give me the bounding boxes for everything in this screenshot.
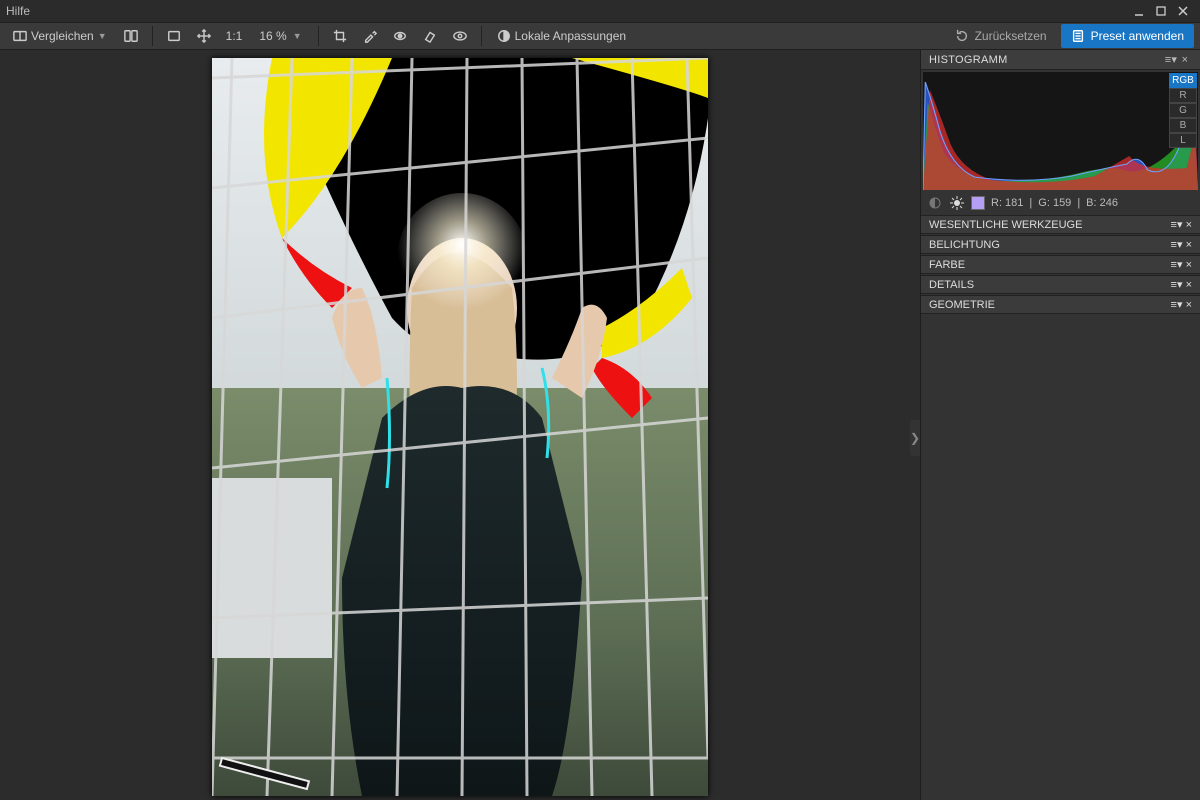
pan-button[interactable] <box>191 25 217 47</box>
panel-section-color[interactable]: FARBE ≡▾ × <box>921 255 1200 274</box>
shadow-clip-icon[interactable] <box>927 195 943 211</box>
panel-section-label: DETAILS <box>929 279 974 291</box>
right-panel: HISTOGRAMM ≡▾ × RGB R G B L <box>920 50 1200 800</box>
sample-color-swatch <box>971 196 985 210</box>
separator <box>152 26 153 46</box>
menu-bar: Hilfe <box>0 0 1200 22</box>
zoom-level-dropdown[interactable]: 16 % ▼ <box>251 25 309 47</box>
redeye-tool-button[interactable] <box>387 25 413 47</box>
panel-menu-icon[interactable]: ≡▾ <box>1164 53 1178 66</box>
panel-section-label: WESENTLICHE WERKZEUGE <box>929 219 1082 231</box>
panel-menu-icon[interactable]: ≡▾ <box>1171 258 1183 271</box>
panel-section-label: BELICHTUNG <box>929 239 1000 251</box>
histogram-title: HISTOGRAMM <box>929 54 1008 66</box>
channel-tab-r[interactable]: R <box>1169 88 1197 103</box>
apply-preset-label: Preset anwenden <box>1091 29 1184 43</box>
panel-section-label: GEOMETRIE <box>929 299 995 311</box>
panel-close-icon[interactable]: × <box>1178 54 1192 66</box>
main-toolbar: Vergleichen ▼ 1:1 16 % ▼ Lokale Anpassun… <box>0 22 1200 50</box>
reset-button[interactable]: Zurücksetzen <box>945 24 1057 48</box>
panel-section-details[interactable]: DETAILS ≡▾ × <box>921 275 1200 294</box>
panel-section-geometry[interactable]: GEOMETRIE ≡▾ × <box>921 295 1200 314</box>
fit-button[interactable] <box>161 25 187 47</box>
panel-menu-icon[interactable]: ≡▾ <box>1171 298 1183 311</box>
histogram-display: RGB R G B L <box>923 72 1198 190</box>
maximize-button[interactable] <box>1150 2 1172 20</box>
histogram-readout: R: 181 | G: 159 | B: 246 <box>921 192 1200 214</box>
help-menu[interactable]: Hilfe <box>6 4 30 18</box>
main-area: ❯ HISTOGRAMM ≡▾ × RGB R G <box>0 50 1200 800</box>
panel-section-exposure[interactable]: BELICHTUNG ≡▾ × <box>921 235 1200 254</box>
zoom-1to1-button[interactable]: 1:1 <box>221 25 248 47</box>
photo-preview <box>212 58 708 796</box>
compare-label: Vergleichen <box>31 29 94 43</box>
chevron-down-icon: ▼ <box>98 31 107 41</box>
eyedropper-tool-button[interactable] <box>357 25 383 47</box>
minimize-button[interactable] <box>1128 2 1150 20</box>
separator <box>481 26 482 46</box>
readout-g: G: 159 <box>1038 197 1071 209</box>
local-adjustments-button[interactable]: Lokale Anpassungen <box>490 25 633 47</box>
readout-b: B: 246 <box>1086 197 1118 209</box>
panel-section-essential-tools[interactable]: WESENTLICHE WERKZEUGE ≡▾ × <box>921 215 1200 234</box>
panel-close-icon[interactable]: × <box>1186 219 1192 231</box>
histogram-channel-tabs: RGB R G B L <box>1169 73 1197 148</box>
panel-menu-icon[interactable]: ≡▾ <box>1171 238 1183 251</box>
panel-close-icon[interactable]: × <box>1186 259 1192 271</box>
side-by-side-button[interactable] <box>118 25 144 47</box>
reset-label: Zurücksetzen <box>975 29 1047 43</box>
separator <box>318 26 319 46</box>
panel-close-icon[interactable]: × <box>1186 279 1192 291</box>
zoom-value: 16 % <box>259 29 286 43</box>
panel-close-icon[interactable]: × <box>1186 239 1192 251</box>
channel-tab-b[interactable]: B <box>1169 118 1197 133</box>
close-button[interactable] <box>1172 2 1194 20</box>
panel-collapse-handle[interactable]: ❯ <box>910 420 920 456</box>
local-adjustments-label: Lokale Anpassungen <box>515 29 626 43</box>
highlight-clip-icon[interactable] <box>949 195 965 211</box>
panel-menu-icon[interactable]: ≡▾ <box>1171 278 1183 291</box>
preview-tool-button[interactable] <box>447 25 473 47</box>
readout-r: R: 181 <box>991 197 1023 209</box>
apply-preset-button[interactable]: Preset anwenden <box>1061 24 1194 48</box>
panel-menu-icon[interactable]: ≡▾ <box>1171 218 1183 231</box>
histogram-header[interactable]: HISTOGRAMM ≡▾ × <box>921 50 1200 70</box>
crop-tool-button[interactable] <box>327 25 353 47</box>
ratio-label: 1:1 <box>226 29 243 43</box>
erase-tool-button[interactable] <box>417 25 443 47</box>
channel-tab-g[interactable]: G <box>1169 103 1197 118</box>
channel-tab-l[interactable]: L <box>1169 133 1197 148</box>
chevron-down-icon: ▼ <box>293 31 302 41</box>
panel-section-label: FARBE <box>929 259 965 271</box>
channel-tab-rgb[interactable]: RGB <box>1169 73 1197 88</box>
compare-button[interactable]: Vergleichen ▼ <box>6 25 114 47</box>
canvas-area[interactable] <box>0 50 920 800</box>
panel-close-icon[interactable]: × <box>1186 299 1192 311</box>
